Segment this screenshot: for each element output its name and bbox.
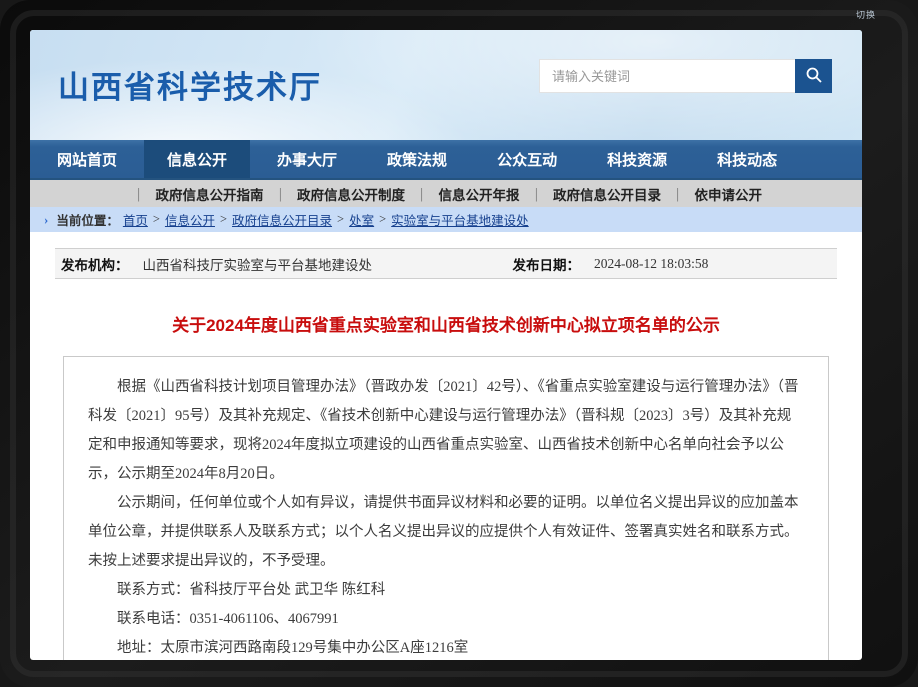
breadcrumb-separator: >	[153, 212, 160, 227]
publish-agency-label: 发布机构：	[61, 254, 129, 274]
subnav-divider: ｜	[671, 184, 685, 204]
publish-agency-value: 山西省科技厅实验室与平台基地建设处	[143, 254, 373, 274]
browser-page: 山西省科学技术厅 网站首页 信息公开 办事大厅 政策法规 公众互动 科技资源 科…	[30, 30, 862, 660]
breadcrumb-arrow-icon: ›	[44, 212, 48, 228]
breadcrumb-separator: >	[220, 212, 227, 227]
search-button[interactable]	[795, 59, 832, 93]
site-title: 山西省科学技术厅	[58, 62, 322, 107]
frame-corner-text: 切换	[856, 8, 876, 21]
nav-item-tech-resources[interactable]: 科技资源	[584, 140, 690, 178]
subnav-divider: ｜	[132, 184, 146, 204]
breadcrumb: › 当前位置： 首页 > 信息公开 > 政府信息公开目录 > 处室 > 实验室与…	[30, 207, 862, 232]
subnav-divider: ｜	[530, 184, 544, 204]
article-title: 关于2024年度山西省重点实验室和山西省技术创新中心拟立项名单的公示	[30, 311, 862, 336]
search-icon	[805, 66, 823, 87]
nav-item-info-disclosure[interactable]: 信息公开	[144, 140, 250, 178]
subnav-divider: ｜	[274, 184, 288, 204]
nav-item-home[interactable]: 网站首页	[34, 140, 140, 178]
breadcrumb-link-lab-division[interactable]: 实验室与平台基地建设处	[391, 210, 529, 229]
site-header: 山西省科学技术厅	[30, 30, 862, 140]
nav-item-service-hall[interactable]: 办事大厅	[254, 140, 360, 178]
search-bar	[539, 59, 832, 93]
breadcrumb-separator: >	[379, 212, 386, 227]
breadcrumb-label: 当前位置：	[56, 210, 119, 229]
publish-date-value: 2024-08-12 18:03:58	[594, 256, 708, 272]
subnav-item-on-request[interactable]: 依申请公开	[695, 184, 763, 204]
address-line: 地址：太原市滨河西路南段129号集中办公区A座1216室	[88, 634, 804, 660]
article-paragraph: 根据《山西省科技计划项目管理办法》（晋政办发〔2021〕42号）、《省重点实验室…	[88, 373, 804, 489]
breadcrumb-link-office[interactable]: 处室	[349, 210, 374, 229]
sub-nav: ｜ 政府信息公开指南 ｜ 政府信息公开制度 ｜ 信息公开年报 ｜ 政府信息公开目…	[30, 180, 862, 207]
breadcrumb-link-info[interactable]: 信息公开	[165, 210, 215, 229]
breadcrumb-link-home[interactable]: 首页	[123, 210, 148, 229]
subnav-item-guide[interactable]: 政府信息公开指南	[156, 184, 264, 204]
contact-persons-line: 联系方式：省科技厅平台处 武卫华 陈红科	[88, 576, 804, 605]
nav-item-public-interaction[interactable]: 公众互动	[474, 140, 580, 178]
subnav-item-catalog[interactable]: 政府信息公开目录	[553, 184, 661, 204]
subnav-item-system[interactable]: 政府信息公开制度	[297, 184, 405, 204]
article-paragraph: 公示期间，任何单位或个人如有异议，请提供书面异议材料和必要的证明。以单位名义提出…	[88, 489, 804, 576]
publish-meta-row: 发布机构： 山西省科技厅实验室与平台基地建设处 发布日期： 2024-08-12…	[55, 248, 837, 279]
subnav-divider: ｜	[415, 184, 429, 204]
subnav-item-annual-report[interactable]: 信息公开年报	[439, 184, 520, 204]
breadcrumb-link-catalog[interactable]: 政府信息公开目录	[232, 210, 332, 229]
nav-item-tech-news[interactable]: 科技动态	[694, 140, 800, 178]
publish-date-label: 发布日期：	[513, 254, 581, 274]
contact-phone-line: 联系电话：0351-4061106、4067991	[88, 605, 804, 634]
nav-item-policies[interactable]: 政策法规	[364, 140, 470, 178]
main-nav: 网站首页 信息公开 办事大厅 政策法规 公众互动 科技资源 科技动态	[30, 140, 862, 180]
breadcrumb-separator: >	[337, 212, 344, 227]
search-input[interactable]	[539, 59, 795, 93]
article-body: 根据《山西省科技计划项目管理办法》（晋政办发〔2021〕42号）、《省重点实验室…	[63, 356, 829, 660]
